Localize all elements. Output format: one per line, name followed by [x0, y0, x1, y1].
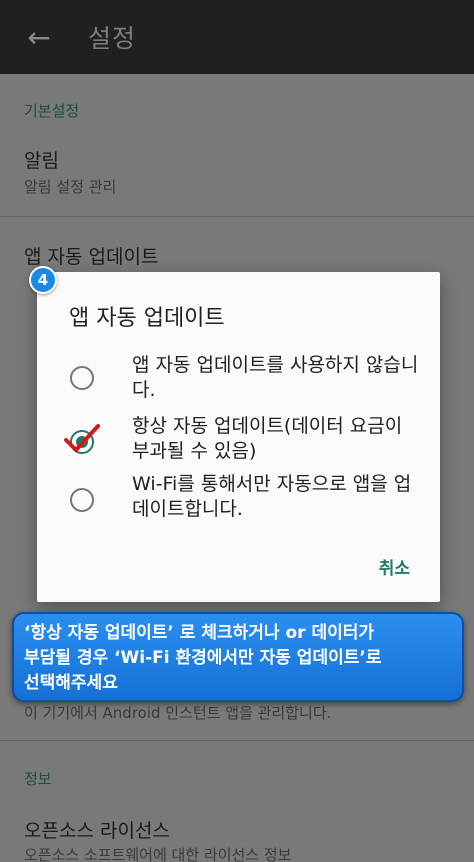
step-number-badge: 4	[29, 266, 57, 294]
option-never-update[interactable]: 앱 자동 업데이트를 사용하지 않습니다.	[37, 350, 440, 406]
callout-text: ‘항상 자동 업데이트’ 로 체크하거나 or 데이터가 부담될 경우 ‘Wi-…	[24, 623, 382, 693]
cancel-button[interactable]: 취소	[379, 554, 410, 579]
option-label: 앱 자동 업데이트를 사용하지 않습니다.	[132, 354, 419, 401]
option-label: Wi-Fi를 통해서만 자동으로 앱을 업데이트합니다.	[132, 473, 412, 520]
back-button[interactable]: ←	[0, 0, 78, 74]
section-header-info: 정보	[24, 770, 52, 788]
notifications-pref-summary: 알림 설정 관리	[24, 178, 117, 196]
oss-pref-title[interactable]: 오픈소스 라이선스	[24, 816, 170, 843]
arrow-back-icon: ←	[27, 20, 51, 54]
instant-apps-pref-summary: 이 기기에서 Android 인스턴트 앱을 관리합니다.	[24, 704, 332, 722]
radio-button[interactable]	[70, 366, 94, 390]
dialog-title: 앱 자동 업데이트	[69, 306, 225, 331]
page-title: 설정	[88, 24, 137, 53]
notifications-pref-title[interactable]: 알림	[24, 146, 59, 173]
option-label: 항상 자동 업데이트(데이터 요금이 부과될 수 있음)	[132, 415, 403, 462]
option-always-update[interactable]: 항상 자동 업데이트(데이터 요금이 부과될 수 있음)	[37, 412, 440, 468]
option-wifi-only[interactable]: Wi-Fi를 통해서만 자동으로 앱을 업데이트합니다.	[37, 472, 440, 528]
section-header-basic: 기본설정	[24, 102, 80, 120]
divider	[0, 216, 474, 217]
app-bar: ← 설정	[0, 0, 474, 74]
autoupdate-dialog: 앱 자동 업데이트 앱 자동 업데이트를 사용하지 않습니다. 항상 자동 업데…	[37, 272, 440, 602]
radio-button[interactable]	[70, 488, 94, 512]
oss-pref-summary: 오픈소스 소프트웨어에 대한 라이선스 정보	[24, 846, 292, 862]
autoupdate-pref-title[interactable]: 앱 자동 업데이트	[24, 242, 158, 269]
checkmark-icon	[64, 424, 100, 452]
divider	[0, 740, 474, 741]
instruction-callout: ‘항상 자동 업데이트’ 로 체크하거나 or 데이터가 부담될 경우 ‘Wi-…	[12, 612, 464, 702]
